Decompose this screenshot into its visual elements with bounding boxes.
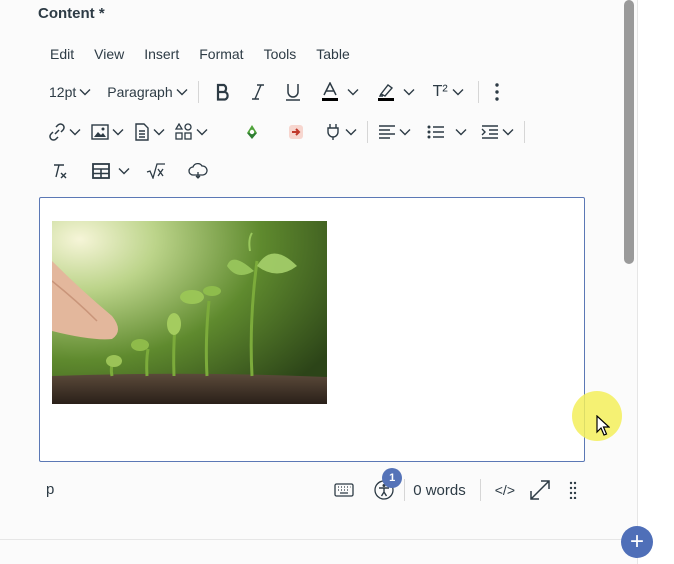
text-color-button[interactable] xyxy=(311,76,363,108)
toolbar-divider xyxy=(524,121,525,143)
superscript-button[interactable]: T² xyxy=(419,76,468,108)
chevron-down-icon xyxy=(79,89,91,96)
menu-format[interactable]: Format xyxy=(189,45,253,65)
superscript-icon: T² xyxy=(432,83,448,100)
bold-button[interactable] xyxy=(205,76,241,108)
menu-edit[interactable]: Edit xyxy=(40,45,84,65)
bullet-list-icon xyxy=(427,125,444,139)
apps-button[interactable] xyxy=(171,116,212,148)
font-size-value: 12pt xyxy=(49,84,77,100)
fullscreen-button[interactable] xyxy=(529,479,561,501)
arrow-button[interactable] xyxy=(284,116,308,148)
align-button[interactable] xyxy=(374,116,415,148)
indent-button[interactable] xyxy=(477,116,518,148)
chevron-down-icon xyxy=(502,129,514,136)
more-icon xyxy=(495,83,499,101)
fullscreen-icon xyxy=(530,480,550,500)
menu-tools[interactable]: Tools xyxy=(254,45,307,65)
document-button[interactable] xyxy=(130,116,169,148)
a11y-issue-badge: 1 xyxy=(382,468,403,488)
menu-insert[interactable]: Insert xyxy=(134,45,189,65)
toolbar-row-2 xyxy=(40,116,531,148)
math-button[interactable] xyxy=(142,155,170,187)
chevron-down-icon xyxy=(403,89,415,96)
recycle-icon xyxy=(247,125,257,139)
chevron-down-icon xyxy=(399,129,411,136)
underline-button[interactable] xyxy=(275,76,311,108)
clear-format-button[interactable] xyxy=(40,155,74,187)
align-icon xyxy=(379,125,395,139)
link-button[interactable] xyxy=(40,116,85,148)
text-color-icon xyxy=(321,82,338,101)
page-scrollbar[interactable] xyxy=(624,0,634,264)
chevron-down-icon xyxy=(455,129,467,136)
resize-handle[interactable] xyxy=(561,481,585,499)
editor-menubar: Edit View Insert Format Tools Table xyxy=(40,45,360,65)
accessibility-checker-button[interactable]: 1 xyxy=(364,468,404,500)
keyboard-icon xyxy=(334,483,354,497)
table-icon xyxy=(92,163,110,179)
more-button[interactable] xyxy=(485,76,509,108)
cloud-icon xyxy=(188,163,208,179)
chevron-down-icon xyxy=(153,129,165,136)
html-editor-toggle[interactable]: </> xyxy=(481,482,529,498)
font-size-select[interactable]: 12pt xyxy=(40,76,95,108)
drag-handle-icon xyxy=(569,481,577,499)
chevron-down-icon xyxy=(345,129,357,136)
keyboard-shortcuts-button[interactable] xyxy=(328,483,364,497)
element-path[interactable]: p xyxy=(46,481,54,498)
table-button[interactable] xyxy=(88,155,134,187)
plug-button[interactable] xyxy=(320,116,361,148)
toolbar-divider xyxy=(477,81,479,103)
mouse-pointer-icon xyxy=(596,415,610,436)
chevron-down-icon xyxy=(196,129,208,136)
statusbar-tools: 1 0 words </> xyxy=(328,468,585,508)
recycle-button[interactable] xyxy=(240,116,264,148)
math-icon xyxy=(146,163,165,179)
document-icon xyxy=(135,123,149,141)
bold-icon xyxy=(216,83,229,101)
word-count[interactable]: 0 words xyxy=(405,482,480,499)
toolbar-row-1: 12pt Paragraph T² xyxy=(40,76,509,108)
link-icon xyxy=(49,123,65,141)
menu-table[interactable]: Table xyxy=(306,45,359,65)
content-field-label: Content * xyxy=(38,5,105,22)
image-button[interactable] xyxy=(87,116,128,148)
section-divider xyxy=(0,539,637,540)
seedling-growth-image xyxy=(52,221,327,404)
toolbar-divider xyxy=(197,81,199,103)
menu-view[interactable]: View xyxy=(84,45,134,65)
image-icon xyxy=(91,124,109,140)
underline-icon xyxy=(285,84,300,101)
highlight-icon xyxy=(377,84,394,101)
chevron-down-icon xyxy=(347,89,359,96)
apps-icon xyxy=(175,123,192,140)
block-format-select[interactable]: Paragraph xyxy=(103,76,191,108)
plug-icon xyxy=(327,124,339,140)
content-panel: Content * Edit View Insert Format Tools … xyxy=(0,0,638,564)
chevron-down-icon xyxy=(118,168,130,175)
highlight-button[interactable] xyxy=(363,76,419,108)
italic-button[interactable] xyxy=(241,76,275,108)
rich-content-editor[interactable] xyxy=(39,197,585,462)
indent-icon xyxy=(481,125,498,139)
editor-statusbar: p 1 0 words </> xyxy=(40,468,585,508)
chevron-down-icon xyxy=(452,89,464,96)
arrow-icon xyxy=(289,125,303,139)
italic-icon xyxy=(251,84,264,100)
clear-format-icon xyxy=(54,164,67,179)
chevron-down-icon xyxy=(112,129,124,136)
chevron-down-icon xyxy=(69,129,81,136)
bullet-list-button[interactable] xyxy=(423,116,471,148)
add-button[interactable]: + xyxy=(621,526,653,558)
chevron-down-icon xyxy=(176,89,188,96)
block-format-value: Paragraph xyxy=(107,84,173,100)
toolbar-row-3 xyxy=(40,155,212,187)
toolbar-divider xyxy=(367,121,368,143)
cloud-button[interactable] xyxy=(184,155,212,187)
